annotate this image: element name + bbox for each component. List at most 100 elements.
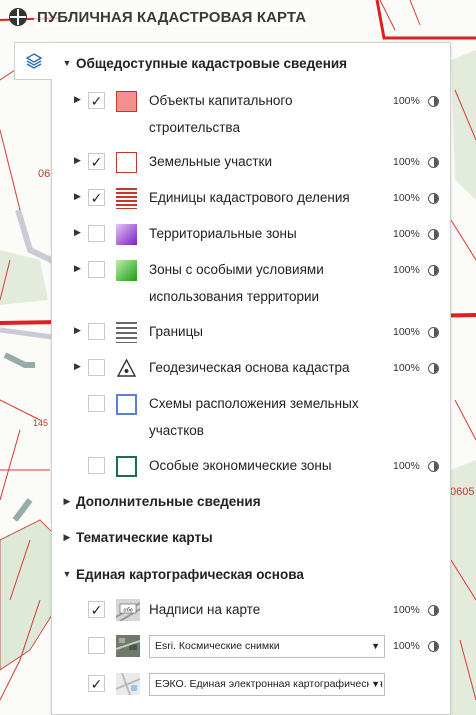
caret-down-icon: ▼ [62,58,72,68]
layer-item-special-zones: ▶ Зоны с особыми условиями использования… [52,256,450,310]
territorial-zones-icon [116,224,137,245]
opacity-percent: 100% [393,95,420,107]
opacity-percent: 100% [393,228,420,240]
layer-checkbox[interactable] [88,323,105,340]
opacity-percent: 100% [393,264,420,276]
layer-label: Границы [149,324,203,339]
basemap-select-value: ЕЭКО. Единая электронная картографическа… [155,678,384,690]
opacity-percent: 100% [393,156,420,168]
layer-checkbox[interactable] [88,395,105,412]
borders-icon [116,322,137,343]
layer-item-capital-construction: ▶ ✓ Объекты капитального строительства 1… [52,87,450,141]
layer-label: Территориальные зоны [149,226,297,241]
opacity-percent: 100% [393,460,420,472]
section-title: Тематические карты [76,529,213,545]
caret-down-icon: ▼ [62,569,72,579]
chevron-down-icon: ▼ [369,636,380,657]
layers-button[interactable] [14,42,52,80]
opacity-percent: 100% [393,362,420,374]
caret-right-icon: ▶ [63,495,71,506]
layers-icon [25,53,42,69]
section-title: Дополнительные сведения [76,493,261,509]
section-header-public-cadastral[interactable]: ▼ Общедоступные кадастровые сведения [52,51,450,75]
caret-right-icon[interactable]: ▶ [74,325,81,336]
satellite-imagery-icon [116,635,140,657]
layer-label: Надписи на карте [149,602,261,617]
layer-checkbox[interactable] [88,225,105,242]
section-title: Общедоступные кадастровые сведения [76,55,348,71]
layer-item-territorial-zones: ▶ Территориальные зоны 100% [52,220,450,248]
opacity-percent: 100% [393,604,420,616]
basemap-item-satellite: Esri. Космические снимки ▼ 100% [52,632,450,660]
opacity-percent: 100% [393,326,420,338]
geodetic-basis-icon [116,358,137,377]
caret-right-icon[interactable]: ▶ [74,155,81,166]
layer-label: Схемы расположения земельных участков [149,396,359,438]
section-header-additional[interactable]: ▶ Дополнительные сведения [52,489,450,513]
opacity-icon[interactable] [428,229,439,240]
layer-label: Зоны с особыми условиями использования т… [149,262,324,304]
layer-checkbox[interactable] [88,637,105,654]
section-header-thematic[interactable]: ▶ Тематические карты [52,525,450,549]
layer-checkbox[interactable] [88,359,105,376]
layer-item-economic-zones: Особые экономические зоны 100% [52,452,450,480]
opacity-icon[interactable] [428,193,439,204]
basemap-select[interactable]: ЕЭКО. Единая электронная картографическа… [149,673,385,696]
caret-right-icon[interactable]: ▶ [74,263,81,274]
opacity-icon[interactable] [428,157,439,168]
app-header: ПУБЛИЧНАЯ КАДАСТРОВАЯ КАРТА [0,0,310,34]
opacity-percent: 100% [393,192,420,204]
map-label: 145 [33,418,48,428]
layer-label: Особые экономические зоны [149,458,332,473]
layer-label: Объекты капитального строительства [149,93,293,135]
layer-label: Земельные участки [149,154,273,169]
land-plots-icon [116,152,137,173]
cadastre-logo-icon [9,8,27,26]
section-title: Единая картографическая основа [76,566,304,582]
layer-item-layout-schemes: Схемы расположения земельных участков [52,390,450,444]
layer-checkbox[interactable] [88,457,105,474]
chevron-down-icon: ▼ [369,674,380,695]
layer-checkbox[interactable]: ✓ [88,153,105,170]
opacity-percent: 100% [393,640,420,652]
layout-schemes-icon [116,394,137,415]
layer-checkbox[interactable]: ✓ [88,189,105,206]
layer-checkbox[interactable] [88,261,105,278]
capital-construction-icon [116,91,137,112]
layer-label: Геодезическая основа кадастра [149,360,350,375]
map-label: 06 [38,168,50,180]
app-title: ПУБЛИЧНАЯ КАДАСТРОВАЯ КАРТА [34,7,310,27]
layer-checkbox[interactable]: ✓ [88,92,105,109]
electronic-basemap-icon [116,673,140,695]
layer-label: Единицы кадастрового деления [149,190,350,205]
layer-checkbox[interactable]: ✓ [88,601,105,618]
caret-right-icon[interactable]: ▶ [74,361,81,372]
opacity-icon[interactable] [428,605,439,616]
caret-right-icon[interactable]: ▶ [74,94,81,105]
layer-item-borders: ▶ Границы 100% [52,318,450,346]
caret-right-icon: ▶ [63,531,71,542]
economic-zones-icon [116,456,137,477]
layer-item-land-plots: ▶ ✓ Земельные участки 100% [52,148,450,176]
opacity-icon[interactable] [428,363,439,374]
opacity-icon[interactable] [428,265,439,276]
map-label: 0605 [450,486,474,498]
caret-right-icon[interactable]: ▶ [74,227,81,238]
layer-checkbox[interactable]: ✓ [88,675,105,692]
special-zones-icon [116,260,137,281]
layer-item-geodetic-basis: ▶ Геодезическая основа кадастра 100% [52,354,450,382]
opacity-icon[interactable] [428,327,439,338]
map-labels-icon: абв [116,599,140,621]
opacity-icon[interactable] [428,461,439,472]
section-header-basemap[interactable]: ▼ Единая картографическая основа [52,562,450,586]
opacity-icon[interactable] [428,96,439,107]
svg-text:абв: абв [123,607,133,614]
cadastral-division-icon [116,188,137,209]
caret-right-icon[interactable]: ▶ [74,191,81,202]
basemap-select[interactable]: Esri. Космические снимки ▼ [149,635,385,658]
basemap-select-value: Esri. Космические снимки [155,640,280,652]
basemap-item-electronic: ✓ ЕЭКО. Единая электронная картографичес… [52,670,450,698]
basemap-item-map-labels: ✓ абв Надписи на карте 100% [52,596,450,624]
layer-item-cadastral-division: ▶ ✓ Единицы кадастрового деления 100% [52,184,450,212]
opacity-icon[interactable] [428,641,439,652]
